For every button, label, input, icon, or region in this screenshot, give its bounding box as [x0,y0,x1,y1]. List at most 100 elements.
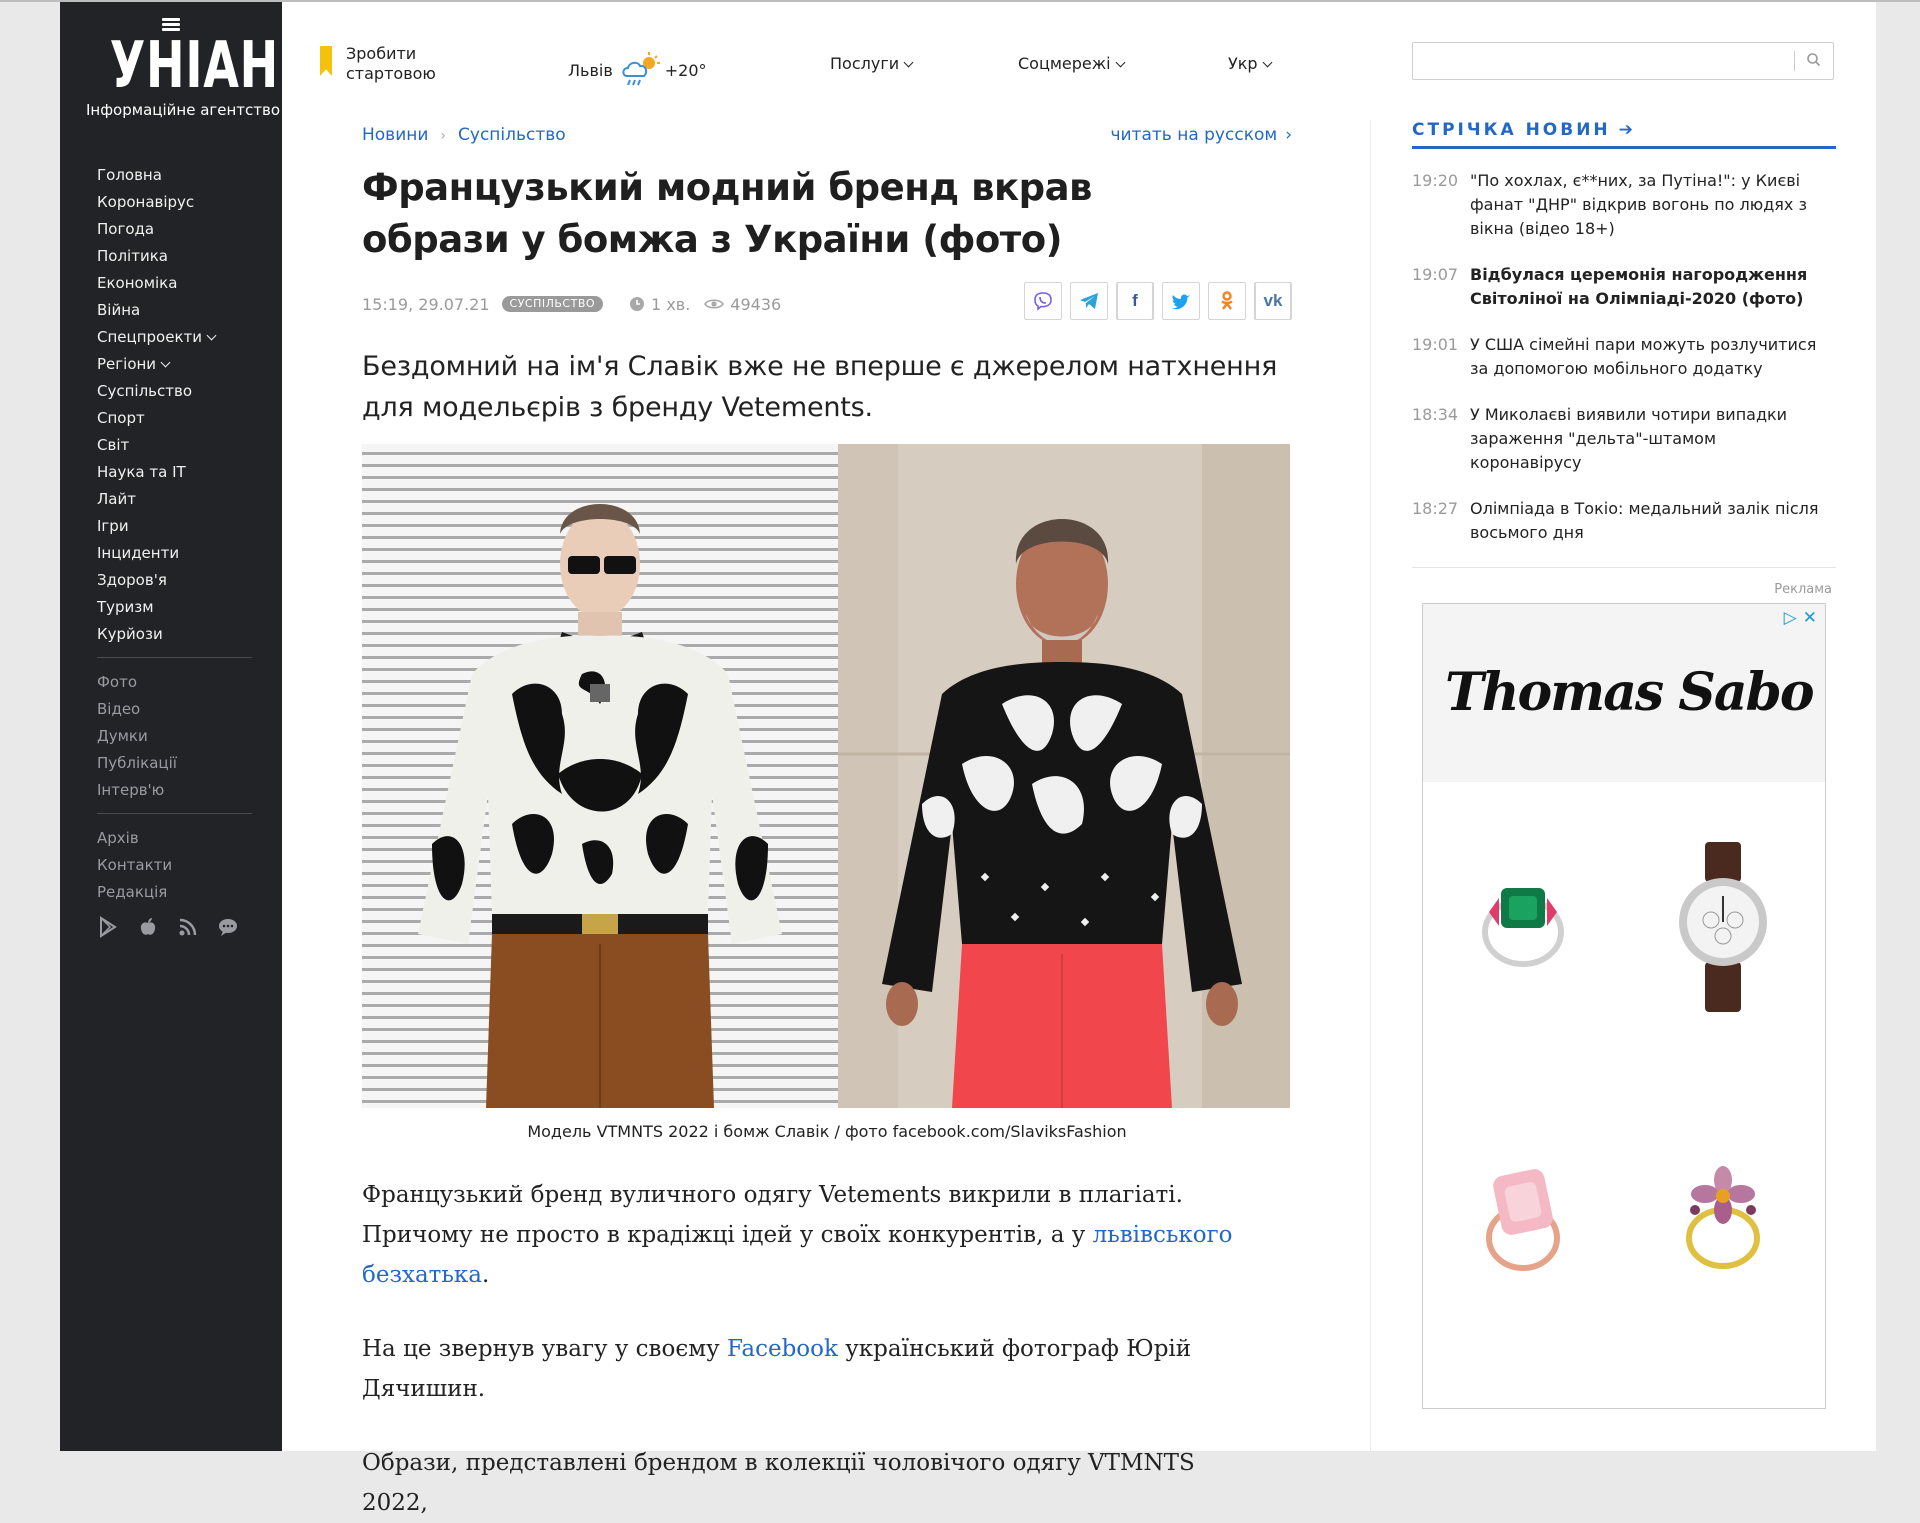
news-item[interactable]: 18:27 Олімпіада в Токіо: медальний залік … [1412,497,1836,545]
rain-cloud-icon [622,52,660,86]
sidebar-item-war[interactable]: Війна [97,297,252,324]
logo-subtitle: Інформаційне агентство [86,101,281,119]
sidebar-item-games[interactable]: Ігри [97,513,252,540]
sidebar-item-archive[interactable]: Архів [97,825,252,852]
share-buttons: f vk [1024,282,1292,320]
weather-temperature: +20° [664,60,707,80]
search-box [1412,42,1834,80]
news-time: 18:34 [1412,405,1459,424]
sidebar-item-politics[interactable]: Політика [97,243,252,270]
sidebar-item-regions[interactable]: Регіони [97,351,252,378]
sidebar-item-coronavirus[interactable]: Коронавірус [97,189,252,216]
twitter-share-button[interactable] [1162,282,1200,320]
breadcrumb-section[interactable]: Суспільство [458,125,566,145]
sidebar-item-world[interactable]: Світ [97,432,252,459]
sidebar-item-specprojects[interactable]: Спецпроекти [97,324,252,351]
logo[interactable]: УНІАН Інформаційне агентство [86,16,281,119]
sidebar-item-publications[interactable]: Публікації [97,750,252,777]
news-feed-title-label: СТРІЧКА НОВИН [1412,120,1611,140]
sidebar-item-tourism[interactable]: Туризм [97,594,252,621]
sidebar-item-light[interactable]: Лайт [97,486,252,513]
sidebar-menu: Головна Коронавірус Погода Політика Екон… [97,162,252,938]
sidebar-item-science[interactable]: Наука та IT [97,459,252,486]
section-tag[interactable]: СУСПІЛЬСТВО [501,296,604,312]
news-feed-title[interactable]: СТРІЧКА НОВИН ➔ [1412,120,1836,149]
sidebar-item-photo[interactable]: Фото [97,669,252,696]
sidebar-item-sport[interactable]: Спорт [97,405,252,432]
news-headline: У Миколаєві виявили чотири випадки зараж… [1470,405,1788,472]
read-in-russian-link[interactable]: читать на русском › [1110,120,1292,150]
page: УНІАН Інформаційне агентство Головна Кор… [0,0,1920,1516]
news-headline: "По хохлах, є**них, за Путіна!": у Києві… [1470,171,1807,238]
news-item[interactable]: 19:07 Відбулася церемонія нагородження Св… [1412,263,1836,311]
sidebar-item-economy[interactable]: Економіка [97,270,252,297]
language-menu[interactable]: Укр [1228,54,1273,73]
news-time: 19:20 [1412,171,1459,190]
sidebar-item-contacts[interactable]: Контакти [97,852,252,879]
article-photo-image [362,444,1290,1108]
views: 49436 [704,295,781,314]
viber-share-button[interactable] [1024,282,1062,320]
chat-icon[interactable] [217,916,239,938]
facebook-icon: f [1117,282,1153,320]
odnoklassniki-share-button[interactable] [1208,282,1246,320]
services-menu[interactable]: Послуги [830,54,914,73]
sidebar-item-label: Регіони [97,355,157,373]
odnoklassniki-icon [1221,291,1233,310]
sidebar-item-society[interactable]: Суспільство [97,378,252,405]
search-icon[interactable] [1805,51,1823,69]
sidebar-item-incidents[interactable]: Інциденти [97,540,252,567]
article: Новини › Суспільство читать на русском › Фр… [362,120,1292,1523]
chevron-down-icon [206,330,217,341]
sidebar-item-opinions[interactable]: Думки [97,723,252,750]
sidebar-item-weather[interactable]: Погода [97,216,252,243]
google-play-icon[interactable] [97,916,119,938]
breadcrumb-separator-icon: › [440,128,447,144]
services-label: Послуги [830,54,900,73]
make-startpage-label: Зробити стартовою [346,44,436,83]
ad-choices[interactable]: ▷ ✕ [1784,608,1817,628]
read-in-russian-label: читать на русском [1110,125,1278,145]
make-startpage-link[interactable]: Зробити стартовою [320,44,446,84]
sidebar-item-editorial[interactable]: Редакція [97,879,252,906]
facebook-share-button[interactable]: f [1116,282,1154,320]
main-content: Зробити стартовою Львів +20° Послуги Соц… [282,2,1876,1516]
news-time: 19:07 [1412,265,1459,284]
search-input[interactable] [1413,43,1813,77]
sidebar-divider [97,657,252,658]
right-column: СТРІЧКА НОВИН ➔ 19:20 "По хохлах, є**них, … [1412,120,1836,1409]
news-item[interactable]: 18:34 У Миколаєві виявили чотири випадки … [1412,403,1836,475]
ad-jewelry-image [1423,782,1825,1408]
arrow-right-icon: ➔ [1618,120,1636,140]
breadcrumb: Новини › Суспільство читать на русском › [362,120,1292,150]
chevron-down-icon [903,57,914,68]
right-margin [1876,2,1920,1451]
breadcrumb-news[interactable]: Новини [362,125,428,145]
twitter-icon [1172,294,1190,309]
paragraph-text: . [482,1262,490,1288]
weather-city: Львів [568,60,613,80]
news-item[interactable]: 19:20 "По хохлах, є**них, за Путіна!": у … [1412,169,1836,241]
sidebar-item-curiosities[interactable]: Курйози [97,621,252,648]
column-divider [1370,120,1371,1451]
sidebar-item-home[interactable]: Головна [97,162,252,189]
article-lead: Бездомний на ім'я Славік вже не вперше є… [362,351,1278,423]
rss-icon[interactable] [177,916,199,938]
telegram-share-button[interactable] [1070,282,1108,320]
vk-share-button[interactable]: vk [1254,282,1292,320]
article-photo[interactable] [362,444,1290,1108]
ad-brand: Thomas Sabo [1445,662,1815,723]
weather-widget[interactable]: Львів +20° [568,50,707,90]
social-menu[interactable]: Соцмережі [1018,54,1126,73]
inline-link-facebook[interactable]: Facebook [727,1336,838,1362]
sidebar-item-health[interactable]: Здоров'я [97,567,252,594]
advertisement[interactable]: ▷ ✕ Thomas Sabo [1422,603,1826,1409]
sidebar-item-interviews[interactable]: Інтерв'ю [97,777,252,804]
sidebar-item-video[interactable]: Відео [97,696,252,723]
apple-icon[interactable] [137,916,159,938]
close-icon[interactable]: ✕ [1803,608,1817,628]
ad-header: ▷ ✕ Thomas Sabo [1423,604,1825,782]
sidebar: УНІАН Інформаційне агентство Головна Кор… [60,2,282,1451]
news-item[interactable]: 19:01 У США сімейні пари можуть розлучити… [1412,333,1836,381]
logo-text: УНІАН [109,29,279,103]
